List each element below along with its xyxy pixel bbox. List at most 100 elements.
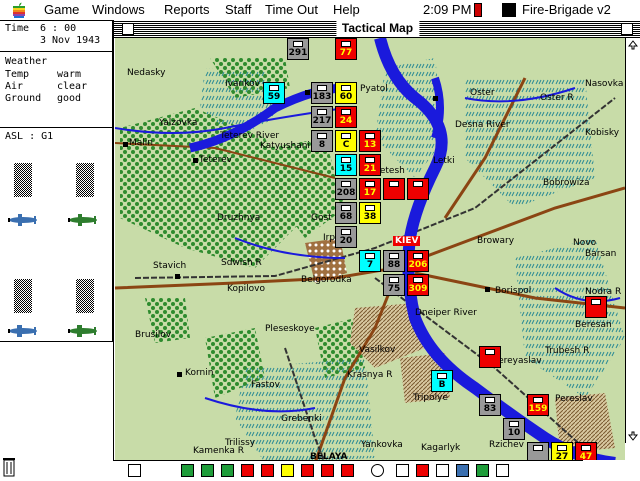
tactical-map-window: Tactical Map Nedasky Ivankov Oster Oster… [113, 20, 640, 463]
map-label: Pleseskoye [265, 324, 315, 334]
unit-counter[interactable]: 309 [407, 274, 429, 296]
unit-counter[interactable]: 21 [359, 154, 381, 176]
unit-counter[interactable]: 88 [383, 250, 405, 272]
move-icon[interactable] [396, 464, 409, 477]
apple-menu-icon[interactable] [12, 2, 26, 18]
application-menu-icon[interactable] [502, 3, 516, 17]
town-marker [123, 142, 128, 147]
unit-counter[interactable]: 75 [383, 274, 405, 296]
unit-counter[interactable]: 8 [311, 130, 333, 152]
unit-yellow-icon[interactable] [281, 464, 294, 477]
unit-green-icon[interactable] [221, 464, 234, 477]
cancel-icon[interactable] [416, 464, 429, 477]
unit-red-icon[interactable] [301, 464, 314, 477]
map-label: Rzichev [489, 440, 524, 450]
town-marker [305, 90, 310, 95]
divider [0, 127, 112, 128]
map-label: Novo [573, 238, 597, 248]
unit-counter[interactable]: 183 [311, 82, 333, 104]
zoom-box[interactable] [621, 23, 633, 35]
unit-counter[interactable]: 17 [359, 178, 381, 200]
unit-counter[interactable]: 68 [335, 202, 357, 224]
unit-counter[interactable] [479, 346, 501, 368]
unit-counter[interactable]: C [335, 130, 357, 152]
ground-value: good [57, 93, 82, 104]
unit-counter[interactable] [383, 178, 405, 200]
menu-game[interactable]: Game [44, 2, 79, 17]
menu-help[interactable]: Help [333, 2, 360, 17]
application-name[interactable]: Fire-Brigade v2 [522, 2, 611, 17]
map-label: Bobrowiza [543, 178, 590, 188]
unit-counter[interactable]: 15 [335, 154, 357, 176]
target-icon[interactable] [371, 464, 384, 477]
air-slot-1[interactable] [14, 163, 32, 197]
unit-counter[interactable] [407, 178, 429, 200]
unit-red-icon[interactable] [341, 464, 354, 477]
map-label: Dneiper River [415, 308, 477, 318]
air-value: clear [57, 81, 88, 92]
rotate-icon[interactable] [496, 464, 509, 477]
divider [0, 51, 112, 52]
town-marker [193, 158, 198, 163]
cross-icon[interactable] [436, 464, 449, 477]
air-slot-3[interactable] [14, 279, 32, 313]
unit-green-icon[interactable] [181, 464, 194, 477]
unit-green-icon[interactable] [201, 464, 214, 477]
air-slot-4[interactable] [76, 279, 94, 313]
unit-counter[interactable]: 13 [359, 130, 381, 152]
phone-icon[interactable] [128, 464, 141, 477]
trash-icon[interactable] [2, 456, 16, 478]
air-slot-2[interactable] [76, 163, 94, 197]
unit-counter[interactable] [585, 296, 607, 318]
map-label: Malin [129, 138, 153, 148]
menu-reports[interactable]: Reports [164, 2, 210, 17]
scroll-up-icon[interactable] [628, 40, 638, 50]
menu-staff[interactable]: Staff [225, 2, 252, 17]
unit-counter[interactable]: 291 [287, 38, 309, 60]
resize-corner[interactable] [583, 460, 640, 480]
unit-counter[interactable]: 60 [335, 82, 357, 104]
map-label: Desna River [455, 120, 510, 130]
town-marker [177, 372, 182, 377]
close-box[interactable] [122, 23, 134, 35]
bomber-plane-icon[interactable] [6, 324, 40, 338]
scroll-down-icon[interactable] [628, 431, 638, 441]
map-label: Fastov [251, 380, 280, 390]
rotate-icon[interactable] [456, 464, 469, 477]
map-label: Krasnya R [347, 370, 393, 380]
unit-counter[interactable]: 217 [311, 106, 333, 128]
map-label: Vasilkov [359, 345, 396, 355]
unit-counter[interactable]: 208 [335, 178, 357, 200]
unit-counter[interactable]: 38 [359, 202, 381, 224]
command-toolbar [113, 460, 583, 481]
unit-counter[interactable]: 83 [479, 394, 501, 416]
map-label: Katyushani [260, 141, 310, 151]
menu-windows[interactable]: Windows [92, 2, 145, 17]
unit-red-icon[interactable] [321, 464, 334, 477]
unit-red-icon[interactable] [241, 464, 254, 477]
asl-label: ASL : G1 [5, 131, 54, 142]
menubar-clock[interactable]: 2:09 PM [423, 2, 471, 17]
map-label: Teterev [199, 155, 232, 165]
window-titlebar[interactable]: Tactical Map [114, 20, 640, 38]
fighter-plane-icon[interactable] [66, 213, 100, 227]
unit-counter[interactable]: 7 [359, 250, 381, 272]
menu-time-out[interactable]: Time Out [265, 2, 318, 17]
unit-counter[interactable]: 77 [335, 38, 357, 60]
unit-red-icon[interactable] [261, 464, 274, 477]
tactical-map[interactable]: Nedasky Ivankov Oster Oster R Nasovka Ya… [115, 38, 625, 463]
bomber-plane-icon[interactable] [66, 324, 100, 338]
unit-counter[interactable]: 206 [407, 250, 429, 272]
unit-counter[interactable]: 10 [503, 418, 525, 440]
unit-counter[interactable]: 24 [335, 106, 357, 128]
vertical-scrollbar[interactable] [625, 38, 640, 443]
unit-counter[interactable]: 59 [263, 82, 285, 104]
unit-counter[interactable]: 20 [335, 226, 357, 248]
map-label: Belgorodka [301, 275, 352, 285]
map-label: Letki [433, 156, 455, 166]
unit-counter[interactable]: 159 [527, 394, 549, 416]
rotate-icon[interactable] [476, 464, 489, 477]
fighter-plane-icon[interactable] [6, 213, 40, 227]
unit-counter[interactable]: B [431, 370, 453, 392]
weather-label: Weather [5, 56, 48, 67]
